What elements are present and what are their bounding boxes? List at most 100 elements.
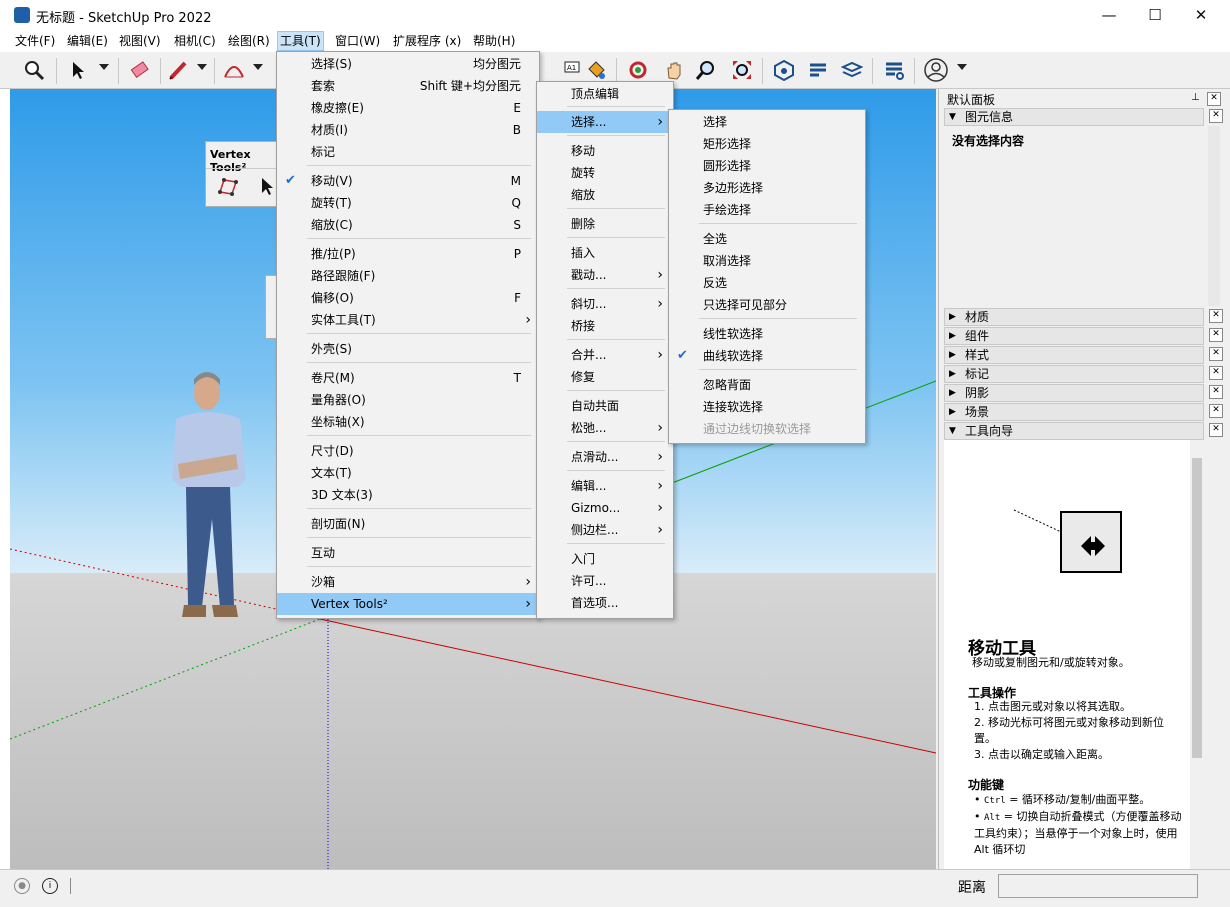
menu-window[interactable]: 窗口(W) bbox=[333, 32, 382, 50]
user-account-icon[interactable] bbox=[922, 56, 950, 84]
dimension-text-icon[interactable]: A1 bbox=[556, 56, 584, 84]
menu-item[interactable]: 缩放(C) S bbox=[277, 214, 537, 236]
menu-item[interactable]: 3D 文本(3) bbox=[277, 484, 537, 506]
menu-item[interactable]: 反选 bbox=[669, 272, 863, 294]
menu-view[interactable]: 视图(V) bbox=[117, 32, 163, 50]
menu-item[interactable]: 点滑动... › bbox=[537, 446, 671, 468]
menu-item[interactable]: 斜切... › bbox=[537, 293, 671, 315]
scrollbar[interactable] bbox=[1190, 440, 1204, 869]
scrollbar-thumb[interactable] bbox=[1192, 458, 1202, 758]
tray-header[interactable]: ▶ 场景 ✕ bbox=[944, 403, 1223, 421]
eraser-icon[interactable] bbox=[126, 56, 154, 84]
tray-header[interactable]: ▶ 标记 ✕ bbox=[944, 365, 1223, 383]
close-icon[interactable]: ✕ bbox=[1209, 109, 1223, 123]
menu-item[interactable]: 桥接 bbox=[537, 315, 671, 337]
menu-item[interactable]: 入门 bbox=[537, 548, 671, 570]
menu-item[interactable]: 橡皮擦(E) E bbox=[277, 97, 537, 119]
menu-item[interactable]: 量角器(O) bbox=[277, 389, 537, 411]
paint-bucket-icon[interactable] bbox=[582, 56, 610, 84]
menu-item[interactable]: 坐标轴(X) bbox=[277, 411, 537, 433]
info-icon[interactable]: i bbox=[42, 878, 58, 894]
geo-location-icon[interactable]: ● bbox=[14, 878, 30, 894]
menu-item[interactable]: 修复 bbox=[537, 366, 671, 388]
tray-instructor-header[interactable]: ▼ 工具向导 ✕ bbox=[944, 422, 1223, 440]
menu-item[interactable]: 选择... › bbox=[537, 111, 671, 133]
menu-item[interactable]: 移动 bbox=[537, 140, 671, 162]
menu-item[interactable]: 连接软选择 bbox=[669, 396, 863, 418]
menu-item[interactable]: 选择 bbox=[669, 111, 863, 133]
menu-item[interactable]: 标记 bbox=[277, 141, 537, 163]
menu-item[interactable]: 外壳(S) bbox=[277, 338, 537, 360]
minimize-button[interactable]: — bbox=[1086, 0, 1132, 30]
vertex-select-icon[interactable] bbox=[214, 172, 242, 200]
menu-item[interactable]: 编辑... › bbox=[537, 475, 671, 497]
menu-draw[interactable]: 绘图(R) bbox=[226, 32, 272, 50]
menu-item[interactable]: 材质(I) B bbox=[277, 119, 537, 141]
menu-item[interactable]: ✔ 移动(V) M bbox=[277, 170, 537, 192]
menu-item[interactable]: 剖切面(N) bbox=[277, 513, 537, 535]
menu-item[interactable]: 侧边栏... › bbox=[537, 519, 671, 541]
orbit-icon[interactable] bbox=[624, 56, 652, 84]
chevron-down-icon[interactable] bbox=[197, 64, 207, 70]
menu-extensions[interactable]: 扩展程序 (x) bbox=[391, 32, 463, 50]
close-icon[interactable]: ✕ bbox=[1209, 404, 1223, 418]
close-icon[interactable]: ✕ bbox=[1209, 309, 1223, 323]
pan-hand-icon[interactable] bbox=[660, 56, 688, 84]
menu-item[interactable]: 套索 Shift 键+均分图元 bbox=[277, 75, 537, 97]
pencil-icon[interactable] bbox=[164, 56, 192, 84]
menu-item[interactable]: 戳动... › bbox=[537, 264, 671, 286]
menu-item[interactable]: 缩放 bbox=[537, 184, 671, 206]
warehouse-icon[interactable] bbox=[770, 56, 798, 84]
menu-item[interactable]: 尺寸(D) bbox=[277, 440, 537, 462]
menu-item[interactable]: 线性软选择 bbox=[669, 323, 863, 345]
close-icon[interactable]: ✕ bbox=[1209, 328, 1223, 342]
menu-item[interactable]: 自动共面 bbox=[537, 395, 671, 417]
maximize-button[interactable]: ☐ bbox=[1132, 0, 1178, 30]
chevron-down-icon[interactable] bbox=[99, 64, 109, 70]
menu-item[interactable]: 实体工具(T) › bbox=[277, 309, 537, 331]
layers-icon[interactable] bbox=[838, 56, 866, 84]
menu-item[interactable]: 卷尺(M) T bbox=[277, 367, 537, 389]
close-icon[interactable]: ✕ bbox=[1209, 385, 1223, 399]
zoom-icon[interactable] bbox=[692, 56, 720, 84]
menu-item[interactable]: Vertex Tools² › bbox=[277, 593, 537, 615]
menu-item[interactable]: 松弛... › bbox=[537, 417, 671, 439]
menu-help[interactable]: 帮助(H) bbox=[471, 32, 517, 50]
menu-item[interactable]: ✔ 曲线软选择 bbox=[669, 345, 863, 367]
tray-header[interactable]: ▶ 组件 ✕ bbox=[944, 327, 1223, 345]
scrollbar[interactable] bbox=[1208, 126, 1220, 306]
menu-item[interactable]: 手绘选择 bbox=[669, 199, 863, 221]
menu-item[interactable]: 取消选择 bbox=[669, 250, 863, 272]
menu-item[interactable]: 圆形选择 bbox=[669, 155, 863, 177]
close-icon[interactable]: ✕ bbox=[1207, 92, 1221, 106]
pin-icon[interactable]: ⊥ bbox=[1191, 92, 1200, 103]
menu-item[interactable]: 合并... › bbox=[537, 344, 671, 366]
menu-edit[interactable]: 编辑(E) bbox=[65, 32, 110, 50]
menu-item[interactable]: 全选 bbox=[669, 228, 863, 250]
chevron-down-icon[interactable] bbox=[957, 64, 967, 70]
close-button[interactable]: ✕ bbox=[1178, 0, 1224, 30]
select-arrow-icon[interactable] bbox=[64, 56, 92, 84]
close-icon[interactable]: ✕ bbox=[1209, 423, 1223, 437]
menu-item[interactable]: 路径跟随(F) bbox=[277, 265, 537, 287]
menu-item[interactable]: 矩形选择 bbox=[669, 133, 863, 155]
chevron-down-icon[interactable] bbox=[253, 64, 263, 70]
menu-item[interactable]: 只选择可见部分 bbox=[669, 294, 863, 316]
extension-manager-icon[interactable] bbox=[880, 56, 908, 84]
menu-item[interactable]: 互动 bbox=[277, 542, 537, 564]
tray-header[interactable]: ▶ 样式 ✕ bbox=[944, 346, 1223, 364]
menu-item[interactable]: 文本(T) bbox=[277, 462, 537, 484]
menu-item[interactable]: 旋转 bbox=[537, 162, 671, 184]
menu-item[interactable]: 选择(S) 均分图元 bbox=[277, 53, 537, 75]
menu-item[interactable]: 删除 bbox=[537, 213, 671, 235]
menu-camera[interactable]: 相机(C) bbox=[172, 32, 218, 50]
menu-item[interactable]: 旋转(T) Q bbox=[277, 192, 537, 214]
menu-item[interactable]: 首选项... bbox=[537, 592, 671, 614]
zoom-extents-icon[interactable] bbox=[728, 56, 756, 84]
menu-item[interactable]: 多边形选择 bbox=[669, 177, 863, 199]
zoom-icon[interactable] bbox=[20, 56, 48, 84]
menu-item[interactable]: 许可... bbox=[537, 570, 671, 592]
menu-item[interactable]: 忽略背面 bbox=[669, 374, 863, 396]
menu-item[interactable]: 偏移(O) F bbox=[277, 287, 537, 309]
close-icon[interactable]: ✕ bbox=[1209, 366, 1223, 380]
